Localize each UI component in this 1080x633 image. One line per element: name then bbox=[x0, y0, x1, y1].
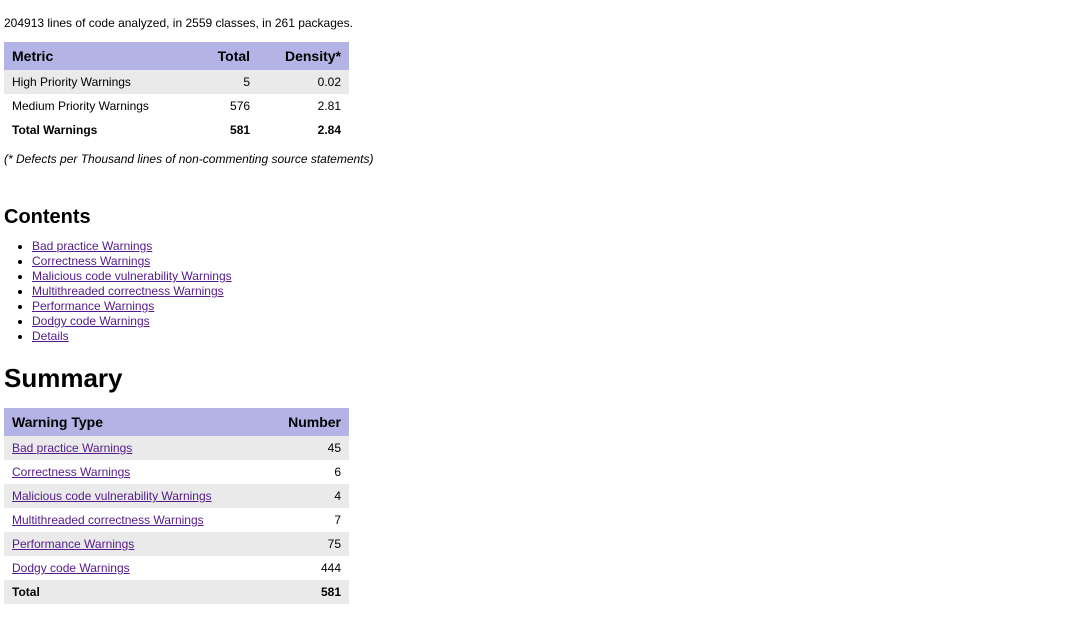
metrics-header-metric: Metric bbox=[4, 42, 197, 70]
intro-text: 204913 lines of code analyzed, in 2559 c… bbox=[4, 16, 1080, 30]
summary-link-multithreaded[interactable]: Multithreaded correctness Warnings bbox=[12, 513, 204, 527]
summary-link-performance[interactable]: Performance Warnings bbox=[12, 537, 134, 551]
summary-link-malicious[interactable]: Malicious code vulnerability Warnings bbox=[12, 489, 212, 503]
table-row: Correctness Warnings 6 bbox=[4, 460, 349, 484]
list-item: Bad practice Warnings bbox=[32, 239, 1080, 253]
contents-list: Bad practice Warnings Correctness Warnin… bbox=[4, 239, 1080, 343]
metric-total: 576 bbox=[197, 94, 258, 118]
table-row-total: Total Warnings 581 2.84 bbox=[4, 118, 349, 142]
footnote-text: (* Defects per Thousand lines of non-com… bbox=[4, 152, 1080, 166]
toc-link-malicious[interactable]: Malicious code vulnerability Warnings bbox=[32, 269, 232, 283]
table-row-total: Total 581 bbox=[4, 580, 349, 604]
toc-link-performance[interactable]: Performance Warnings bbox=[32, 299, 154, 313]
table-row: Performance Warnings 75 bbox=[4, 532, 349, 556]
toc-link-dodgy[interactable]: Dodgy code Warnings bbox=[32, 314, 150, 328]
metrics-table: Metric Total Density* High Priority Warn… bbox=[4, 42, 349, 142]
summary-link-bad-practice[interactable]: Bad practice Warnings bbox=[12, 441, 132, 455]
metric-density: 2.84 bbox=[258, 118, 349, 142]
metric-density: 2.81 bbox=[258, 94, 349, 118]
summary-table: Warning Type Number Bad practice Warning… bbox=[4, 408, 349, 604]
metrics-header-density: Density* bbox=[258, 42, 349, 70]
metric-name: Medium Priority Warnings bbox=[4, 94, 197, 118]
toc-link-correctness[interactable]: Correctness Warnings bbox=[32, 254, 150, 268]
table-row: Medium Priority Warnings 576 2.81 bbox=[4, 94, 349, 118]
summary-header-type: Warning Type bbox=[4, 408, 265, 436]
list-item: Details bbox=[32, 329, 1080, 343]
table-row: Dodgy code Warnings 444 bbox=[4, 556, 349, 580]
metric-total: 5 bbox=[197, 70, 258, 94]
summary-link-dodgy[interactable]: Dodgy code Warnings bbox=[12, 561, 130, 575]
toc-link-multithreaded[interactable]: Multithreaded correctness Warnings bbox=[32, 284, 224, 298]
summary-number: 7 bbox=[265, 508, 349, 532]
metrics-header-row: Metric Total Density* bbox=[4, 42, 349, 70]
list-item: Malicious code vulnerability Warnings bbox=[32, 269, 1080, 283]
table-row: High Priority Warnings 5 0.02 bbox=[4, 70, 349, 94]
summary-total-label: Total bbox=[4, 580, 265, 604]
summary-number: 4 bbox=[265, 484, 349, 508]
table-row: Bad practice Warnings 45 bbox=[4, 436, 349, 460]
summary-header-row: Warning Type Number bbox=[4, 408, 349, 436]
summary-number: 444 bbox=[265, 556, 349, 580]
summary-heading: Summary bbox=[4, 363, 1080, 394]
summary-link-correctness[interactable]: Correctness Warnings bbox=[12, 465, 130, 479]
metric-name: Total Warnings bbox=[4, 118, 197, 142]
table-row: Malicious code vulnerability Warnings 4 bbox=[4, 484, 349, 508]
summary-header-number: Number bbox=[265, 408, 349, 436]
summary-number: 75 bbox=[265, 532, 349, 556]
table-row: Multithreaded correctness Warnings 7 bbox=[4, 508, 349, 532]
metric-name: High Priority Warnings bbox=[4, 70, 197, 94]
summary-number: 45 bbox=[265, 436, 349, 460]
summary-number: 6 bbox=[265, 460, 349, 484]
list-item: Multithreaded correctness Warnings bbox=[32, 284, 1080, 298]
toc-link-bad-practice[interactable]: Bad practice Warnings bbox=[32, 239, 152, 253]
contents-heading: Contents bbox=[4, 206, 1080, 229]
metric-density: 0.02 bbox=[258, 70, 349, 94]
toc-link-details[interactable]: Details bbox=[32, 329, 69, 343]
list-item: Performance Warnings bbox=[32, 299, 1080, 313]
list-item: Correctness Warnings bbox=[32, 254, 1080, 268]
summary-total-number: 581 bbox=[265, 580, 349, 604]
metric-total: 581 bbox=[197, 118, 258, 142]
metrics-header-total: Total bbox=[197, 42, 258, 70]
list-item: Dodgy code Warnings bbox=[32, 314, 1080, 328]
